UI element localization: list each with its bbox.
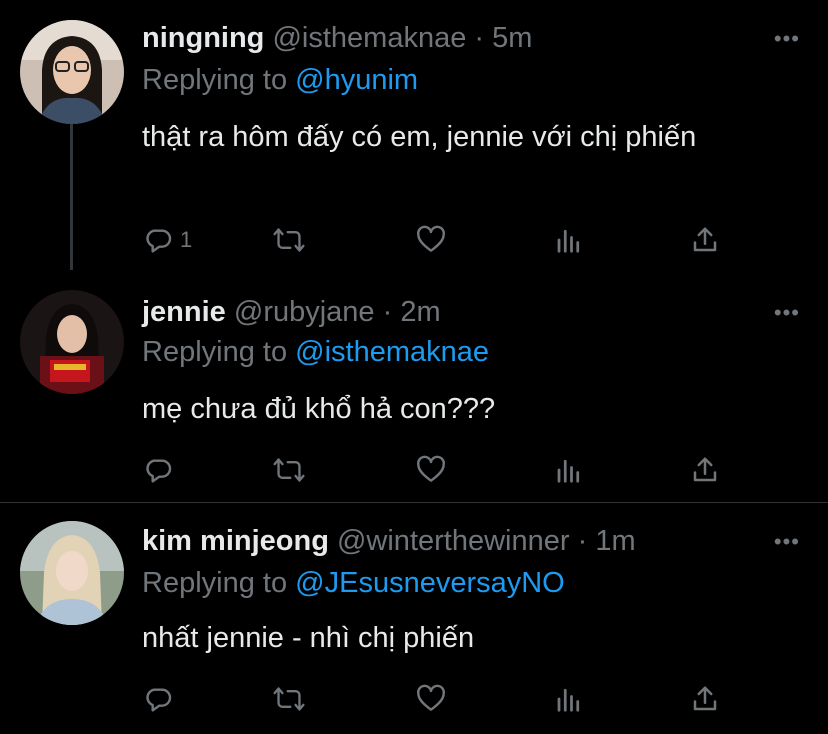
mention-link[interactable]: @JEsusneversayNO (295, 567, 565, 599)
retweet-icon (273, 228, 305, 252)
analytics-button[interactable] (554, 222, 584, 258)
share-button[interactable] (690, 222, 720, 258)
avatar-jennie[interactable] (20, 290, 124, 394)
tweet-kim-minjeong[interactable]: kim minjeong @winterthewinner · 1m ••• R… (0, 503, 828, 734)
share-icon (693, 227, 717, 252)
timestamp[interactable]: 2m (400, 296, 440, 328)
separator-dot: · (577, 525, 588, 557)
analytics-button[interactable] (554, 452, 584, 488)
separator-dot: · (474, 22, 485, 54)
analytics-icon (557, 229, 580, 253)
like-button[interactable] (414, 681, 448, 717)
reply-count: 1 (180, 227, 193, 252)
tweet-header: jennie @rubyjane · 2m (142, 294, 441, 330)
analytics-button[interactable] (554, 681, 584, 717)
reply-icon (146, 688, 172, 712)
tweet-header: ningning @isthemaknae · 5m (142, 20, 532, 56)
share-button[interactable] (690, 681, 720, 717)
tweet-text: nhất jennie - nhì chị phiến (142, 622, 475, 654)
share-button[interactable] (690, 452, 720, 488)
share-icon (693, 686, 717, 711)
reply-button[interactable] (142, 452, 180, 488)
retweet-button[interactable] (272, 681, 306, 717)
share-icon (693, 457, 717, 482)
display-name[interactable]: ningning (142, 22, 264, 54)
action-bar (142, 452, 732, 488)
timestamp[interactable]: 5m (492, 22, 532, 54)
user-handle[interactable]: @winterthewinner (337, 525, 570, 557)
like-icon (417, 455, 445, 482)
replying-to: Replying to @isthemaknae (142, 334, 489, 370)
reply-button[interactable]: 1 (142, 222, 192, 258)
retweet-icon (273, 458, 305, 482)
replying-to: Replying to @hyunim (142, 62, 418, 98)
user-handle[interactable]: @rubyjane (234, 296, 375, 328)
user-handle[interactable]: @isthemaknae (272, 22, 466, 54)
separator-dot: · (382, 296, 393, 328)
display-name[interactable]: kim minjeong (142, 525, 329, 557)
like-button[interactable] (414, 452, 448, 488)
like-button[interactable] (414, 222, 448, 258)
reply-button[interactable] (142, 681, 180, 717)
mention-link[interactable]: @hyunim (295, 64, 418, 96)
display-name[interactable]: jennie (142, 296, 226, 328)
tweet-header: kim minjeong @winterthewinner · 1m (142, 523, 636, 559)
more-icon[interactable]: ••• (774, 300, 800, 326)
retweet-button[interactable] (272, 222, 306, 258)
analytics-icon (557, 459, 580, 483)
analytics-icon (557, 688, 580, 712)
action-bar (142, 681, 732, 717)
like-icon (417, 225, 445, 252)
like-icon (417, 684, 445, 711)
tweet-text: mẹ chưa đủ khổ hả con??? (142, 393, 496, 425)
thread-line (70, 124, 73, 270)
retweet-button[interactable] (272, 452, 306, 488)
replying-to-label: Replying to (142, 336, 288, 368)
more-icon[interactable]: ••• (774, 26, 800, 52)
reply-icon (146, 459, 172, 483)
avatar-ningning[interactable] (20, 20, 124, 124)
avatar-kim-minjeong[interactable] (20, 521, 124, 625)
more-icon[interactable]: ••• (774, 529, 800, 555)
mention-link[interactable]: @isthemaknae (295, 336, 489, 368)
action-bar: 1 (142, 222, 732, 258)
tweet-jennie[interactable]: jennie @rubyjane · 2m ••• Replying to @i… (0, 270, 828, 502)
timestamp[interactable]: 1m (595, 525, 635, 557)
reply-icon (146, 229, 172, 253)
tweet-ningning[interactable]: ningning @isthemaknae · 5m ••• Replying … (0, 0, 828, 270)
tweet-text: thật ra hôm đấy có em, jennie với chị ph… (142, 121, 697, 153)
replying-to-label: Replying to (142, 64, 288, 96)
replying-to: Replying to @JEsusneversayNO (142, 565, 565, 601)
retweet-icon (273, 687, 305, 711)
replying-to-label: Replying to (142, 567, 288, 599)
